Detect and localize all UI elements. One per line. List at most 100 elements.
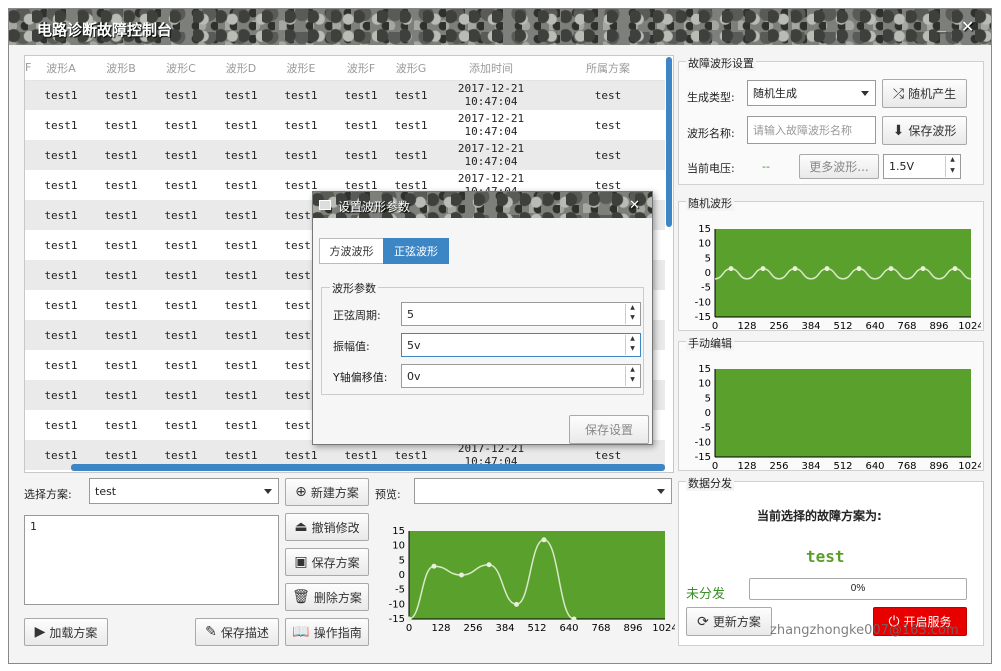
- tab-square-wave[interactable]: 方波波形: [319, 238, 384, 264]
- x-tick-label: 768: [897, 461, 916, 472]
- spin-up-icon[interactable]: ▲: [626, 366, 639, 376]
- column-header[interactable]: 波形G: [391, 56, 431, 81]
- column-header[interactable]: 添加时间: [431, 56, 551, 81]
- table-cell: test1: [211, 320, 271, 350]
- plot-area: [715, 369, 971, 457]
- voltage-spinbox[interactable]: 1.5V ▲ ▼: [883, 154, 961, 179]
- manual-edit-chart[interactable]: 151050-5-10-1501282563845126407688961024: [681, 355, 981, 473]
- plot-area: [715, 229, 971, 317]
- main-window: 电路诊断故障控制台 _ ✕ F 波形A 波形B 波形C 波形D 波形E 波形F 波形G 添加时间…: [8, 8, 992, 664]
- close-button[interactable]: ✕: [961, 17, 974, 37]
- spin-up-icon[interactable]: ▲: [626, 335, 639, 345]
- x-tick-label: 512: [833, 461, 852, 472]
- spin-arrows[interactable]: ▲ ▼: [625, 304, 639, 324]
- table-horizontal-scrollbar[interactable]: [71, 464, 665, 471]
- scheme-description[interactable]: 1: [24, 515, 279, 605]
- table-cell: test1: [164, 358, 198, 372]
- period-spinbox-value: 5: [407, 307, 414, 321]
- preview-select[interactable]: [414, 478, 672, 504]
- voltage-spinbox-value: 1.5V: [889, 160, 915, 173]
- guide-button[interactable]: 📖 操作指南: [285, 618, 369, 646]
- type-select-value: 随机生成: [753, 87, 797, 100]
- column-header[interactable]: 波形D: [211, 56, 271, 81]
- spin-down-icon[interactable]: ▼: [626, 376, 639, 386]
- x-tick-label: 896: [929, 321, 948, 332]
- save-settings-button[interactable]: 保存设置: [569, 415, 649, 444]
- table-vertical-scrollbar[interactable]: [666, 57, 672, 227]
- offset-spinbox[interactable]: 0v ▲ ▼: [401, 364, 641, 388]
- chevron-down-icon: [657, 489, 665, 494]
- table-cell: test1: [91, 80, 151, 110]
- table-cell: test1: [331, 140, 391, 170]
- save-wave-button[interactable]: ⬇ 保存波形: [882, 116, 967, 145]
- spin-up-icon[interactable]: ▲: [626, 304, 639, 314]
- amplitude-spinbox-value: 5v: [407, 338, 421, 352]
- spin-arrows[interactable]: ▲ ▼: [625, 335, 639, 355]
- table-cell: test1: [31, 140, 91, 170]
- column-header[interactable]: 波形A: [31, 56, 91, 81]
- table-cell: test1: [151, 260, 211, 290]
- x-tick-label: 640: [865, 461, 884, 472]
- preview-chart: 151050-5-10-1501282563845126407688961024: [389, 526, 675, 634]
- dialog-close-button[interactable]: ✕: [629, 197, 640, 213]
- table-row[interactable]: test1test1test1test1test1test1test12017-…: [25, 110, 665, 140]
- more-waves-button[interactable]: 更多波形...: [799, 154, 879, 179]
- table-cell: test1: [164, 118, 198, 132]
- table-cell: test1: [44, 298, 78, 312]
- y-tick-label: 15: [698, 224, 711, 235]
- plus-circle-icon: ⊕: [295, 484, 307, 500]
- offset-spinbox-value: 0v: [407, 369, 421, 383]
- trash-icon: 🗑: [292, 589, 310, 605]
- table-row[interactable]: test1test1test1test1test1test1test12017-…: [25, 80, 665, 110]
- table-cell: test1: [211, 260, 271, 290]
- chevron-down-icon: [264, 489, 272, 494]
- y-tick-label: 5: [705, 253, 711, 264]
- more-waves-label: 更多波形...: [809, 160, 869, 174]
- delete-scheme-button[interactable]: 🗑 删除方案: [285, 583, 369, 611]
- wave-name-input[interactable]: 请输入故障波形名称: [747, 116, 876, 144]
- scheme-select[interactable]: test: [89, 478, 279, 504]
- random-generate-label: 随机产生: [908, 87, 957, 101]
- minimize-button[interactable]: _: [937, 17, 946, 35]
- table-cell: test1: [224, 118, 258, 132]
- wave-param-dialog: 设置波形参数 ✕ 方波波形 正弦波形 波形参数 正弦周期: 5 ▲ ▼ 振幅值: 5…: [312, 191, 653, 445]
- dialog-app-icon: [319, 200, 331, 210]
- random-generate-button[interactable]: ⤮ 随机产生: [882, 79, 967, 108]
- new-scheme-button[interactable]: ⊕ 新建方案: [285, 478, 369, 506]
- data-point: [514, 601, 519, 607]
- y-tick-label: -10: [389, 599, 405, 610]
- dialog-title-bar[interactable]: 设置波形参数 ✕: [313, 192, 652, 218]
- table-cell: test1: [91, 320, 151, 350]
- spin-down-icon[interactable]: ▼: [946, 167, 959, 178]
- column-header[interactable]: 波形F: [331, 56, 391, 81]
- amplitude-spinbox[interactable]: 5v ▲ ▼: [401, 333, 641, 357]
- data-point: [792, 266, 798, 272]
- x-tick-label: 1024: [958, 321, 981, 332]
- tab-sine-wave[interactable]: 正弦波形: [383, 238, 449, 264]
- save-scheme-button[interactable]: ▣ 保存方案: [285, 548, 369, 576]
- tab-square-wave-label: 方波波形: [329, 245, 374, 258]
- spin-arrows[interactable]: ▲ ▼: [625, 366, 639, 386]
- spin-arrows[interactable]: ▲ ▼: [945, 156, 959, 177]
- update-scheme-button[interactable]: ⟳ 更新方案: [686, 607, 772, 636]
- x-tick-label: 256: [769, 461, 788, 472]
- data-point: [541, 537, 547, 543]
- load-scheme-button[interactable]: ▶ 加载方案: [24, 618, 108, 646]
- table-row[interactable]: test1test1test1test1test1test1test12017-…: [25, 140, 665, 170]
- column-header[interactable]: 波形E: [271, 56, 331, 81]
- column-header[interactable]: 所属方案: [551, 56, 665, 81]
- title-bar[interactable]: 电路诊断故障控制台 _ ✕: [9, 9, 991, 45]
- y-tick-label: 0: [705, 408, 711, 419]
- column-header[interactable]: 波形C: [151, 56, 211, 81]
- column-header[interactable]: 波形B: [91, 56, 151, 81]
- spin-down-icon[interactable]: ▼: [626, 314, 639, 324]
- period-spinbox[interactable]: 5 ▲ ▼: [401, 302, 641, 326]
- new-scheme-label: 新建方案: [310, 485, 359, 500]
- save-description-button[interactable]: ✎ 保存描述: [195, 618, 279, 646]
- x-tick-label: 0: [712, 321, 718, 332]
- spin-up-icon[interactable]: ▲: [946, 156, 959, 167]
- undo-button[interactable]: ⏏ 撤销修改: [285, 513, 369, 541]
- table-cell: test1: [224, 418, 258, 432]
- spin-down-icon[interactable]: ▼: [626, 345, 639, 355]
- type-select[interactable]: 随机生成: [747, 80, 876, 106]
